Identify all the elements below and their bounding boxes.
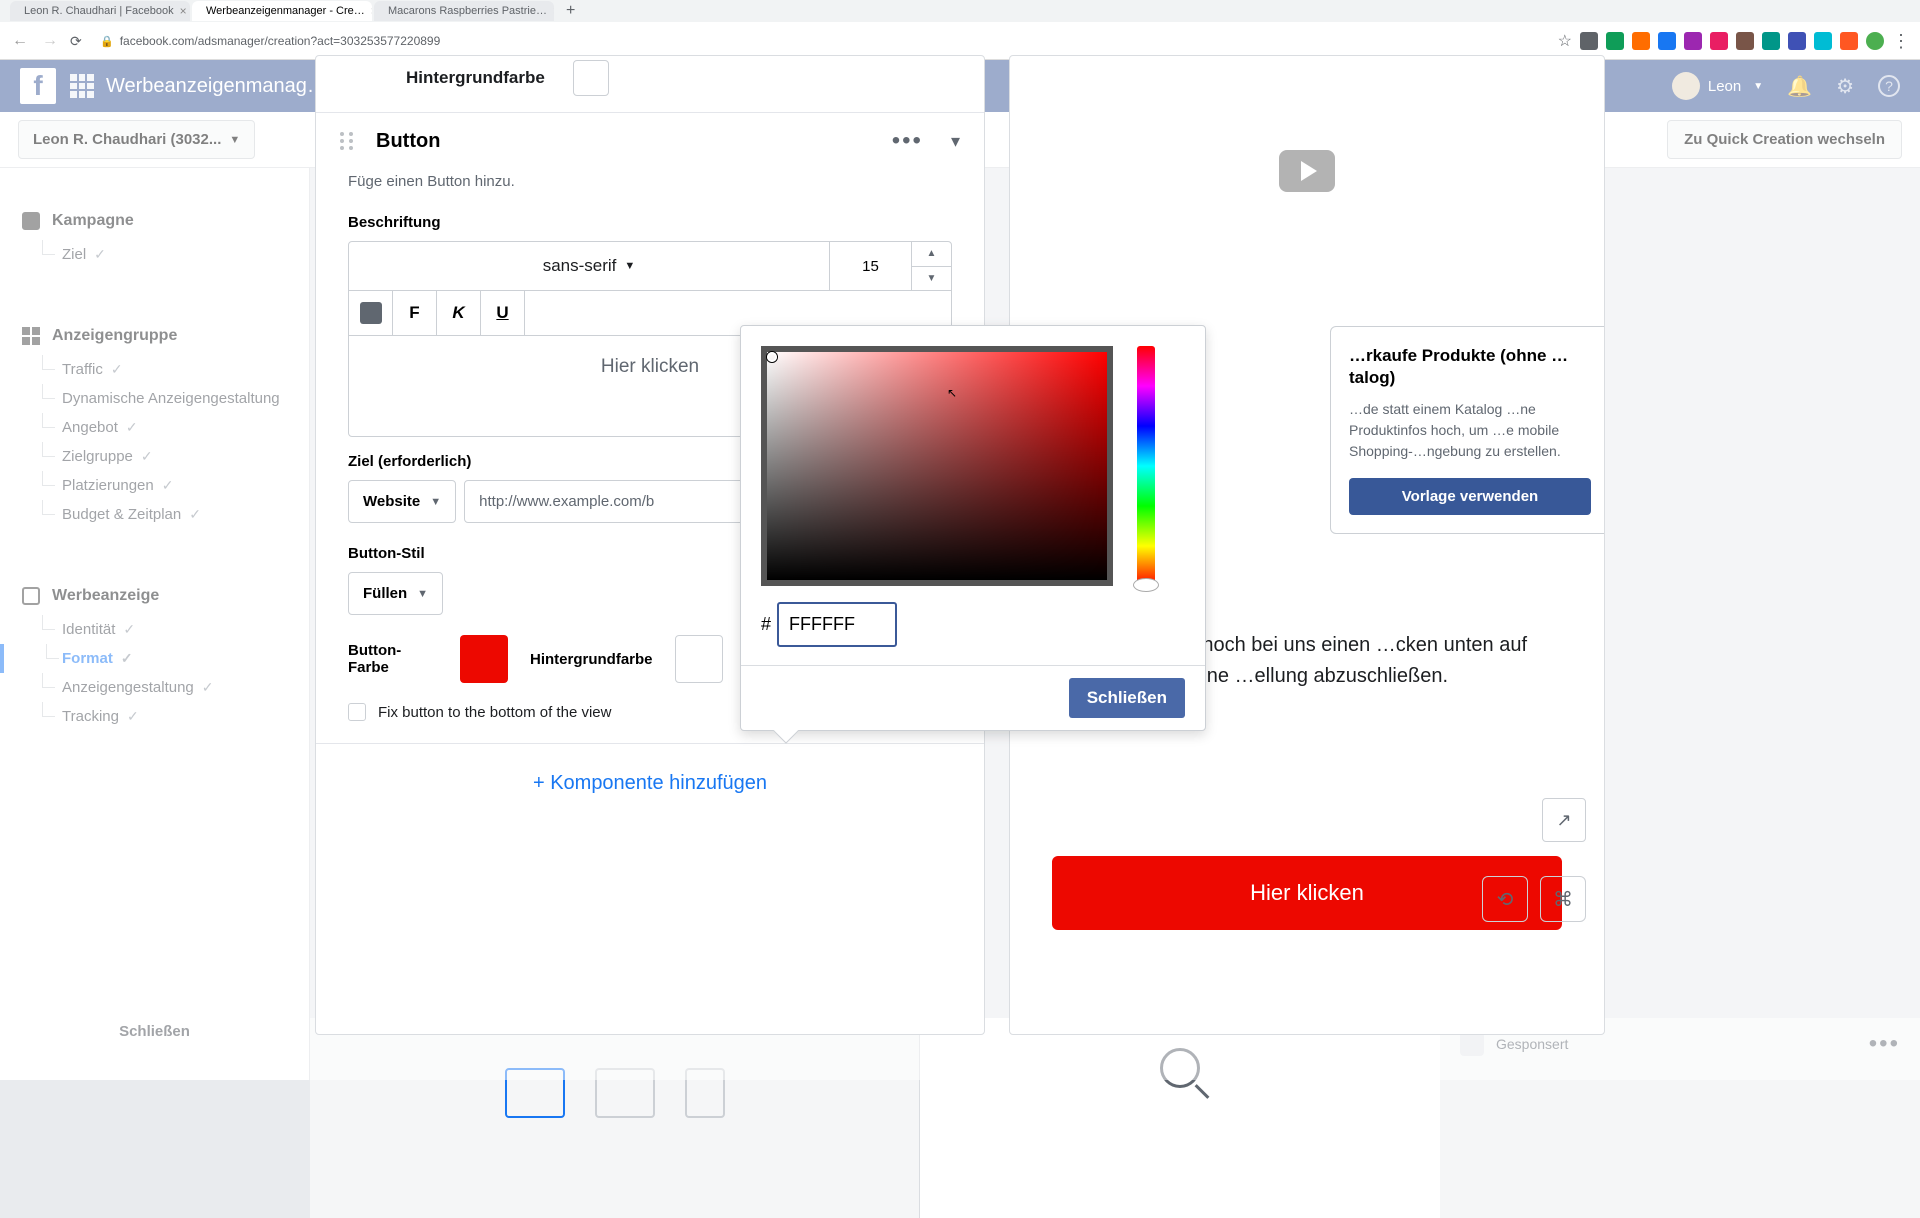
extension-icon[interactable] <box>1710 32 1728 50</box>
bold-button[interactable]: F <box>393 291 437 335</box>
browser-tab[interactable]: Macarons Raspberries Pastrie… × <box>374 1 554 21</box>
close-picker-button[interactable]: Schließen <box>1069 678 1185 718</box>
underline-button[interactable]: U <box>481 291 525 335</box>
font-family-select[interactable]: sans-serif ▼ <box>349 242 829 290</box>
label-field-label: Beschriftung <box>348 214 952 231</box>
new-tab-button[interactable]: + <box>556 2 585 20</box>
promo-text: …de statt einem Katalog …ne Produktinfos… <box>1349 399 1591 462</box>
bug-icon: ⌘ <box>1553 887 1573 912</box>
close-icon[interactable]: × <box>553 4 554 18</box>
font-family-value: sans-serif <box>543 256 617 276</box>
destination-type-select[interactable]: Website ▼ <box>348 480 456 523</box>
extension-icon[interactable] <box>1658 32 1676 50</box>
italic-button[interactable]: K <box>437 291 481 335</box>
button-panel-header: Button ••• ▾ <box>316 112 984 169</box>
more-icon[interactable]: ••• <box>892 127 923 155</box>
refresh-button[interactable]: ⟲ <box>1482 876 1528 922</box>
bg-color-label: Hintergrundfarbe <box>406 68 545 88</box>
browser-tab[interactable]: Leon R. Chaudhari | Facebook × <box>10 1 190 21</box>
lock-icon: 🔒 <box>100 35 114 48</box>
extension-icon[interactable] <box>1632 32 1650 50</box>
button-bg-color-swatch[interactable] <box>675 635 723 683</box>
button-color-swatch[interactable] <box>460 635 508 683</box>
font-size-up-icon[interactable]: ▲ <box>912 242 951 267</box>
panel-title: Button <box>376 130 440 153</box>
button-style-value: Füllen <box>363 585 407 602</box>
tab-title: Leon R. Chaudhari | Facebook <box>24 5 174 17</box>
extension-icon[interactable] <box>1762 32 1780 50</box>
extension-icon[interactable] <box>1606 32 1624 50</box>
button-bg-color-label: Hintergrundfarbe <box>530 651 653 668</box>
color-square-icon <box>360 302 382 324</box>
extension-icons: ☆ ⋮ <box>1558 31 1910 52</box>
extension-icon[interactable] <box>1840 32 1858 50</box>
text-color-button[interactable] <box>349 291 393 335</box>
close-icon[interactable]: × <box>371 4 372 18</box>
forward-icon[interactable]: → <box>40 32 60 50</box>
help-text: Füge einen Button hinzu. <box>348 173 952 190</box>
close-icon[interactable]: × <box>180 4 187 18</box>
url-field[interactable]: 🔒 facebook.com/adsmanager/creation?act=3… <box>100 34 440 48</box>
browser-chrome: Leon R. Chaudhari | Facebook × Werbeanze… <box>0 0 1920 60</box>
tab-title: Werbeanzeigenmanager - Cre… <box>206 5 365 17</box>
destination-type-value: Website <box>363 493 420 510</box>
hex-input[interactable] <box>777 602 897 647</box>
chevron-down-icon: ▼ <box>430 496 441 508</box>
extension-icon[interactable] <box>1684 32 1702 50</box>
play-icon <box>1279 150 1335 192</box>
bg-color-swatch[interactable] <box>573 60 609 96</box>
color-picker-popup: ↖ # Schließen <box>740 325 1206 731</box>
debug-button[interactable]: ⌘ <box>1540 876 1586 922</box>
font-size-field[interactable]: 15 <box>829 242 911 290</box>
open-external-button[interactable]: ↗ <box>1542 798 1586 842</box>
extension-icon[interactable] <box>1814 32 1832 50</box>
promo-title: …rkaufe Produkte (ohne …talog) <box>1349 345 1591 389</box>
extension-icon[interactable] <box>1736 32 1754 50</box>
chevron-down-icon: ▼ <box>417 588 428 600</box>
template-promo-card: …rkaufe Produkte (ohne …talog) …de statt… <box>1330 326 1605 534</box>
hue-slider[interactable] <box>1137 346 1155 586</box>
browser-tab[interactable]: Werbeanzeigenmanager - Cre… × <box>192 1 372 21</box>
checkbox-icon[interactable] <box>348 703 366 721</box>
saturation-value-area[interactable]: ↖ <box>761 346 1113 586</box>
profile-avatar-icon[interactable] <box>1866 32 1884 50</box>
extension-icon[interactable] <box>1580 32 1598 50</box>
cursor-icon: ↖ <box>947 386 957 400</box>
video-preview[interactable] <box>1010 56 1604 286</box>
hue-handle-icon[interactable] <box>1133 578 1159 592</box>
drag-handle-icon[interactable] <box>340 132 354 150</box>
chevron-down-icon: ▼ <box>624 260 635 272</box>
add-component-button[interactable]: + Komponente hinzufügen <box>316 743 984 823</box>
chevron-down-icon[interactable]: ▾ <box>951 131 960 152</box>
back-icon[interactable]: ← <box>10 32 30 50</box>
reload-icon[interactable]: ⟳ <box>70 33 90 50</box>
external-link-icon: ↗ <box>1556 810 1571 831</box>
hash-label: # <box>761 614 771 635</box>
font-size-down-icon[interactable]: ▼ <box>912 267 951 291</box>
menu-icon[interactable]: ⋮ <box>1892 31 1910 52</box>
button-color-label: Button-Farbe <box>348 642 438 676</box>
refresh-icon: ⟲ <box>1497 887 1514 912</box>
bg-color-row: Hintergrundfarbe <box>316 56 984 112</box>
star-icon[interactable]: ☆ <box>1558 31 1572 51</box>
sv-handle-icon[interactable] <box>767 352 777 362</box>
url-text: facebook.com/adsmanager/creation?act=303… <box>120 34 441 48</box>
fix-bottom-label: Fix button to the bottom of the view <box>378 704 611 721</box>
extension-icon[interactable] <box>1788 32 1806 50</box>
tab-title: Macarons Raspberries Pastrie… <box>388 5 547 17</box>
button-style-select[interactable]: Füllen ▼ <box>348 572 443 615</box>
browser-tabs: Leon R. Chaudhari | Facebook × Werbeanze… <box>0 0 1920 22</box>
use-template-button[interactable]: Vorlage verwenden <box>1349 478 1591 515</box>
